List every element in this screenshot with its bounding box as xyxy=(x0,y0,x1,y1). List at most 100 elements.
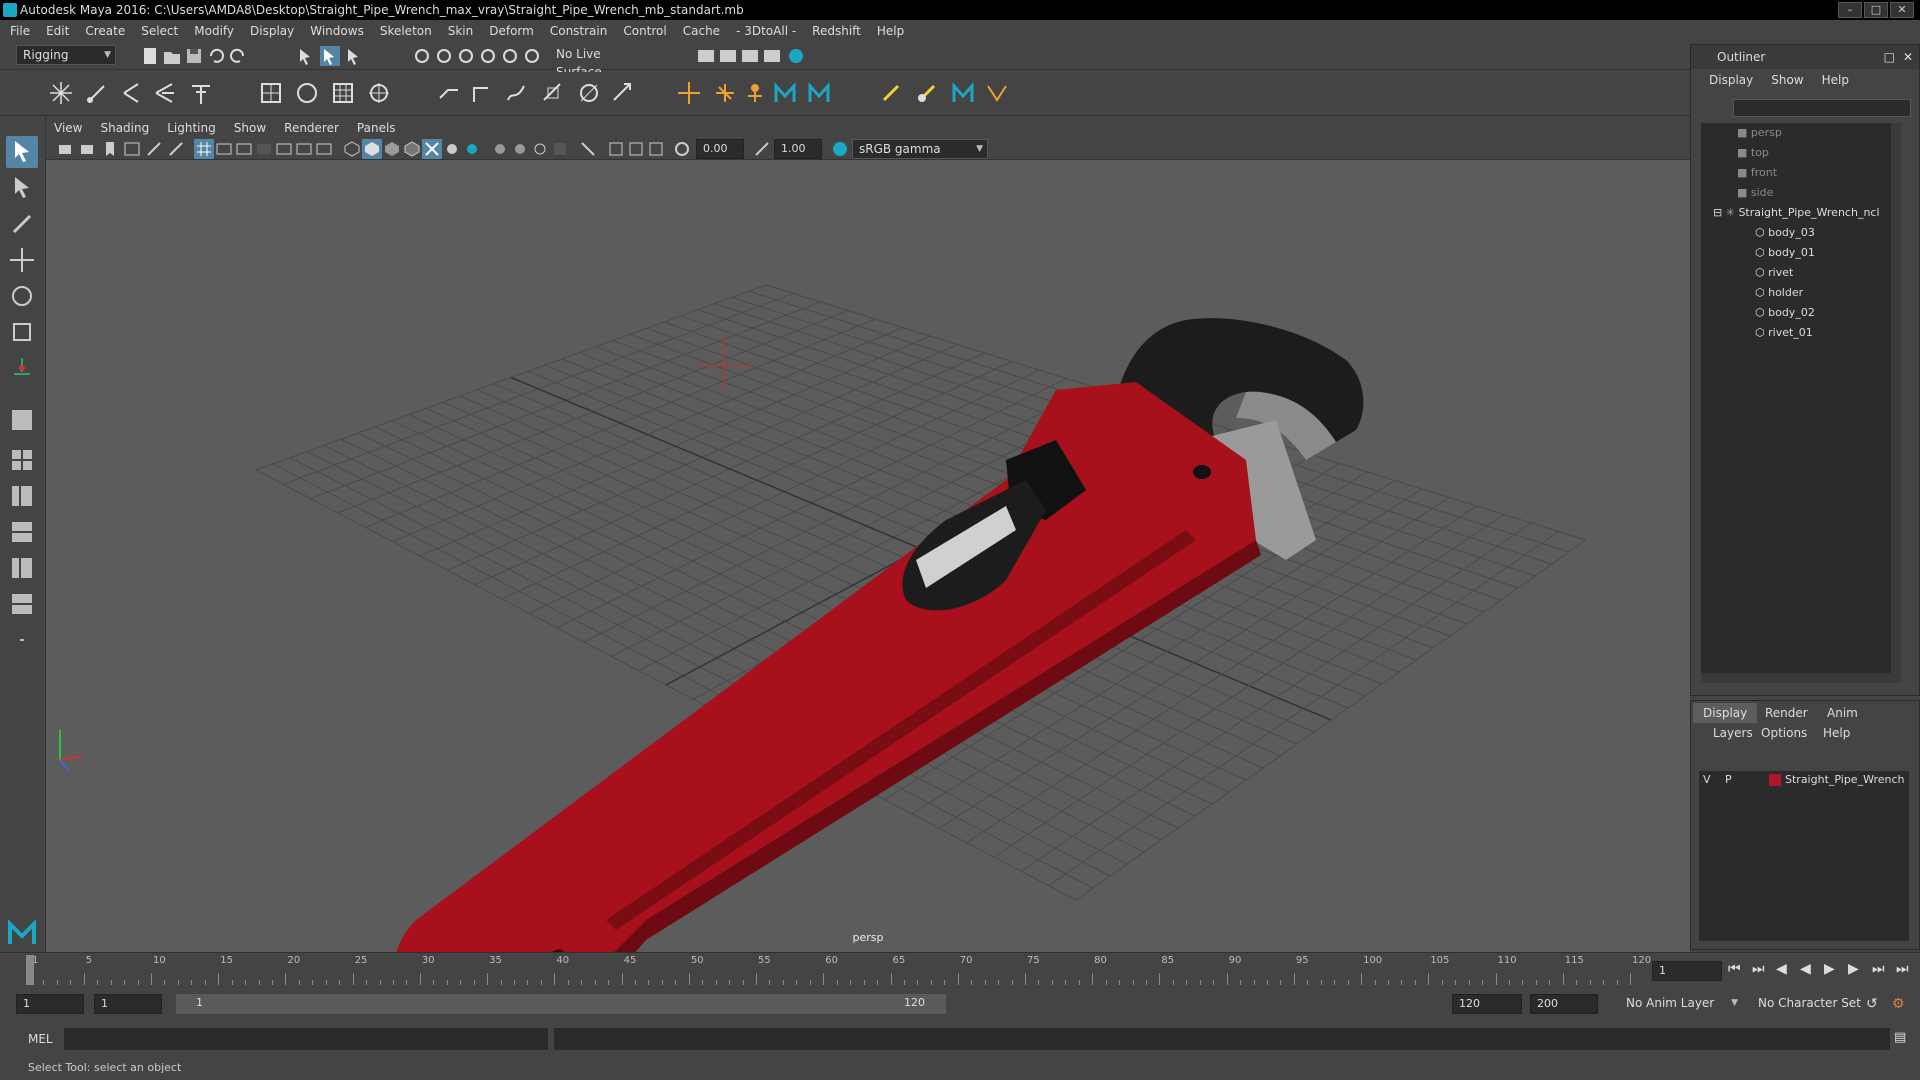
play-back-icon[interactable]: ◀ xyxy=(1800,961,1811,977)
select-by-hierarchy-icon[interactable] xyxy=(296,46,316,66)
undo-icon[interactable] xyxy=(206,46,226,66)
layer-menu-layers[interactable]: Layers xyxy=(1713,726,1753,740)
outliner-horizontal-scrollbar[interactable] xyxy=(1701,673,1901,683)
hypershade-persp-layout-icon[interactable] xyxy=(6,552,38,584)
menuset-dropdown[interactable]: Rigging ▼ xyxy=(16,45,116,65)
toolbox-collapse-icon[interactable] xyxy=(6,624,38,656)
view-transform-dropdown[interactable]: sRGB gamma ▼ xyxy=(852,139,988,159)
animation-preferences-icon[interactable]: ⚙ xyxy=(1892,996,1905,1012)
menu-cache[interactable]: Cache xyxy=(683,24,720,38)
orient-constraint-icon[interactable] xyxy=(576,80,602,106)
point-constraint-icon[interactable] xyxy=(540,80,566,106)
wireframe-on-shaded-icon[interactable] xyxy=(402,139,422,159)
tab-display[interactable]: Display xyxy=(1693,703,1758,723)
snap-view-plane-icon[interactable] xyxy=(478,46,498,66)
step-forward-key-icon[interactable]: ⏭ xyxy=(1872,961,1885,977)
open-scene-icon[interactable] xyxy=(162,46,182,66)
outliner-item-rivet[interactable]: ⬡ rivet xyxy=(1755,263,1793,283)
time-slider[interactable]: 1 5 10 15 20 25 30 35 40 45 50 55 60 65 70 75 80 85 90 95 10… xyxy=(0,952,1920,988)
menu-file[interactable]: File xyxy=(10,24,30,38)
image-plane-icon[interactable] xyxy=(122,139,142,159)
outliner-item-group[interactable]: ⊟ ✳ Straight_Pipe_Wrench_ncl xyxy=(1713,203,1880,223)
film-gate-icon[interactable] xyxy=(214,139,234,159)
menu-redshift[interactable]: Redshift xyxy=(812,24,861,38)
outliner-maximize-icon[interactable]: □ xyxy=(1884,45,1895,69)
render-settings-icon[interactable] xyxy=(762,46,782,66)
menu-skin[interactable]: Skin xyxy=(448,24,474,38)
maya-logo-shelf-icon-3[interactable] xyxy=(950,80,976,106)
aim-constraint-icon[interactable] xyxy=(610,80,636,106)
outliner-menu-help[interactable]: Help xyxy=(1822,73,1849,87)
bind-skin-icon[interactable] xyxy=(258,80,284,106)
exposure-field[interactable]: 0.00 xyxy=(696,139,744,159)
outliner-menu-show[interactable]: Show xyxy=(1771,73,1803,87)
maya-logo-shelf-icon[interactable] xyxy=(772,80,798,106)
gamma-icon[interactable] xyxy=(752,139,772,159)
command-input[interactable] xyxy=(64,1028,548,1050)
joint-tool-icon[interactable] xyxy=(48,80,74,106)
outliner-item-side[interactable]: ■ side xyxy=(1737,183,1773,203)
multisample-aa-icon[interactable] xyxy=(530,139,550,159)
current-frame-field[interactable]: 1 xyxy=(1652,961,1722,981)
close-button[interactable]: ✕ xyxy=(1890,2,1914,18)
anim-layer-dropdown[interactable]: No Anim Layer ▼ xyxy=(1620,994,1742,1014)
snap-point-icon[interactable] xyxy=(456,46,476,66)
gate-mask-icon[interactable] xyxy=(254,139,274,159)
paint-select-icon[interactable] xyxy=(6,208,38,240)
universal-manipulator-icon[interactable] xyxy=(6,352,38,384)
smooth-shade-icon[interactable] xyxy=(362,139,382,159)
grease-pencil-icon[interactable] xyxy=(166,139,186,159)
persp-outliner-layout-icon[interactable] xyxy=(6,480,38,512)
blendshape-icon[interactable] xyxy=(984,80,1010,106)
menu-windows[interactable]: Windows xyxy=(310,24,364,38)
scale-tool-icon[interactable] xyxy=(6,316,38,348)
maya-logo-shelf-icon-2[interactable] xyxy=(806,80,832,106)
safe-action-icon[interactable] xyxy=(294,139,314,159)
outliner-search-input[interactable] xyxy=(1733,99,1911,117)
save-scene-icon[interactable] xyxy=(184,46,204,66)
bookmark-icon[interactable] xyxy=(100,139,120,159)
time-ruler[interactable]: 1 5 10 15 20 25 30 35 40 45 50 55 60 65 70 75 80 85 90 95 10… xyxy=(22,955,1652,987)
tab-anim[interactable]: Anim xyxy=(1817,703,1868,723)
four-view-layout-icon[interactable] xyxy=(6,444,38,476)
panel-menu-renderer[interactable]: Renderer xyxy=(284,121,339,135)
menu-create[interactable]: Create xyxy=(85,24,125,38)
menu-help[interactable]: Help xyxy=(877,24,904,38)
make-live-icon[interactable] xyxy=(522,46,542,66)
go-to-end-icon[interactable]: ⏭ xyxy=(1896,961,1909,977)
rotate-tool-icon[interactable] xyxy=(6,280,38,312)
ipr-render-icon[interactable] xyxy=(740,46,760,66)
panel-menu-shading[interactable]: Shading xyxy=(100,121,149,135)
command-language-label[interactable]: MEL xyxy=(28,1032,53,1046)
orient-joint-icon[interactable] xyxy=(152,80,178,106)
ik-spline-icon[interactable] xyxy=(470,80,496,106)
script-editor-icon[interactable]: ▤ xyxy=(1894,1030,1906,1045)
hypershade-icon[interactable] xyxy=(786,46,806,66)
wireframe-icon[interactable] xyxy=(342,139,362,159)
field-chart-icon[interactable] xyxy=(274,139,294,159)
outliner-item-body-01[interactable]: ⬡ body_01 xyxy=(1755,243,1815,263)
xray-joints-icon[interactable] xyxy=(626,139,646,159)
camera-attributes-icon[interactable] xyxy=(78,139,98,159)
use-default-material-icon[interactable] xyxy=(382,139,402,159)
panel-menu-view[interactable]: View xyxy=(54,121,82,135)
render-view-icon[interactable] xyxy=(696,46,716,66)
play-forward-icon[interactable]: ▶ xyxy=(1824,961,1835,977)
ik-handle-icon[interactable] xyxy=(436,80,462,106)
brush-icon[interactable] xyxy=(914,80,940,106)
color-management-icon[interactable] xyxy=(830,139,850,159)
select-by-object-icon[interactable] xyxy=(320,46,340,66)
textured-icon[interactable] xyxy=(422,139,442,159)
outliner-menu-display[interactable]: Display xyxy=(1709,73,1753,87)
safe-title-icon[interactable] xyxy=(314,139,334,159)
layer-menu-options[interactable]: Options xyxy=(1761,726,1807,740)
exposure-icon[interactable] xyxy=(672,139,692,159)
select-by-component-icon[interactable] xyxy=(344,46,364,66)
auto-key-icon[interactable]: ↺ xyxy=(1866,996,1878,1012)
range-bar[interactable]: 1 120 xyxy=(176,994,946,1014)
menu-3dtoall[interactable]: - 3DtoAll - xyxy=(736,24,796,38)
remove-joint-icon[interactable] xyxy=(188,80,214,106)
mirror-joint-icon[interactable] xyxy=(118,80,144,106)
outliner-close-icon[interactable]: ✕ xyxy=(1903,45,1913,69)
resolution-gate-icon[interactable] xyxy=(234,139,254,159)
